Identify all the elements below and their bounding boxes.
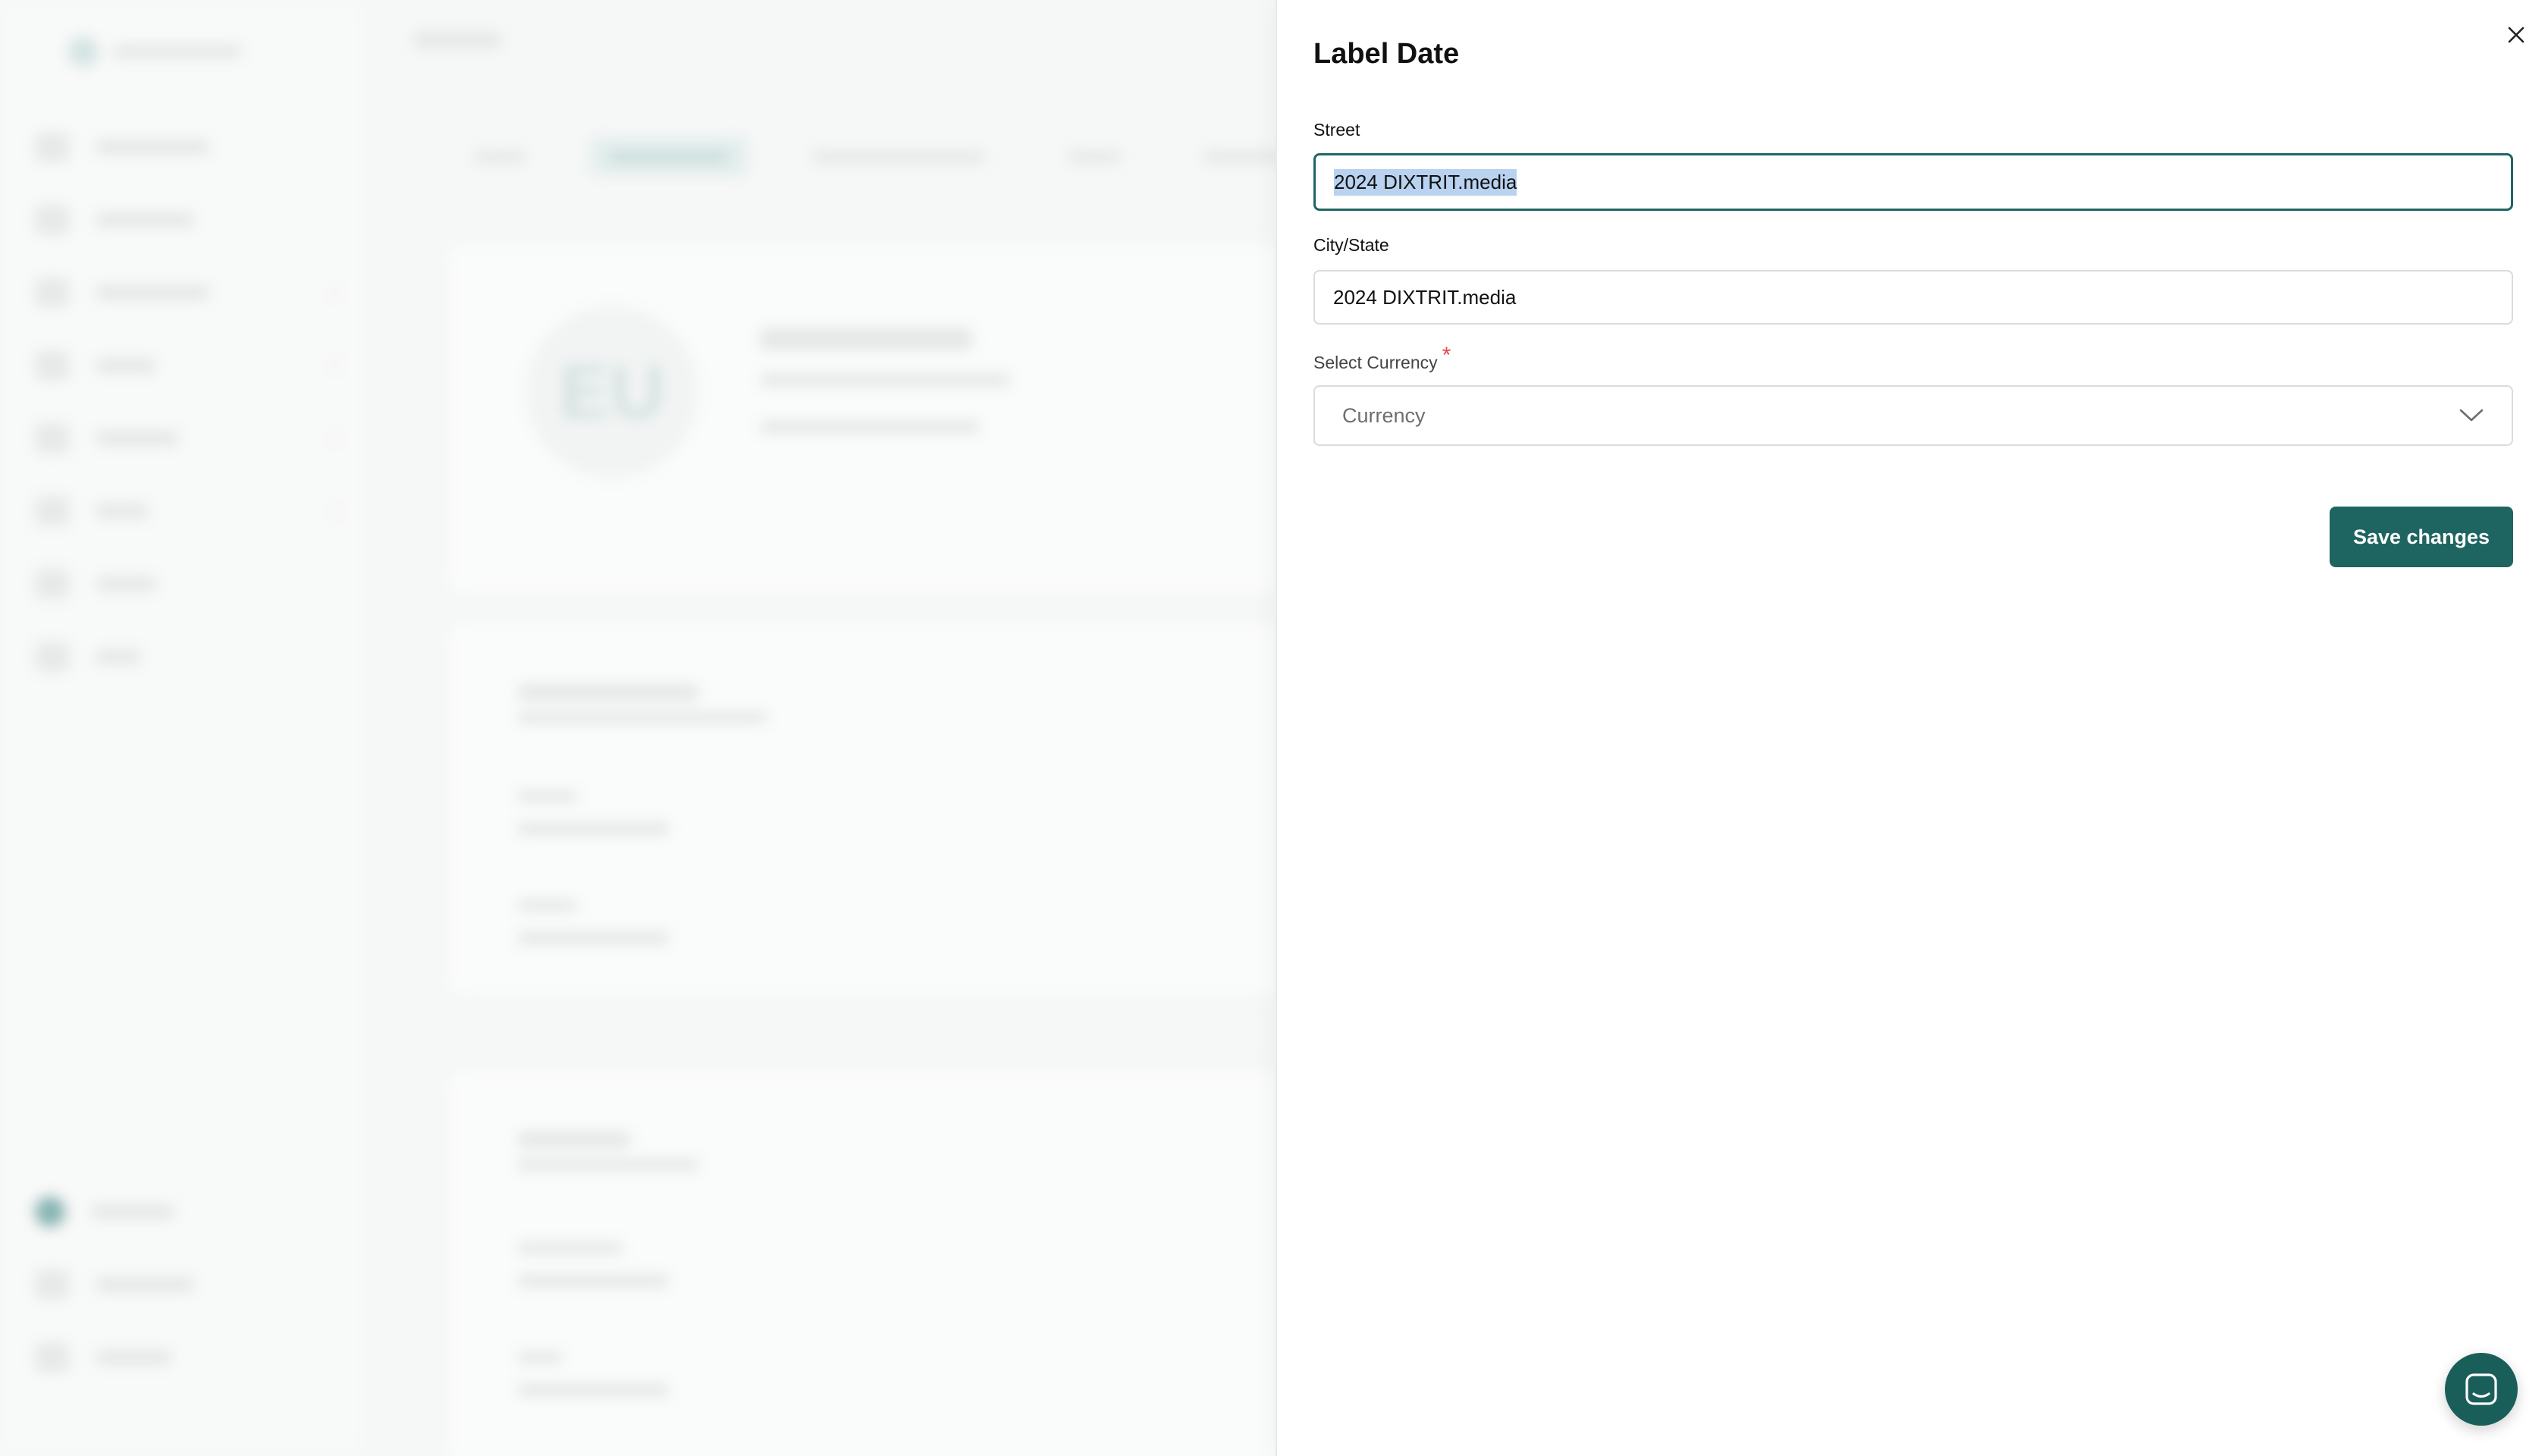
- currency-label: Select Currency: [1313, 353, 1438, 372]
- currency-select[interactable]: Currency: [1313, 385, 2513, 446]
- close-button[interactable]: [2502, 21, 2530, 49]
- sidebar-item-icon: [35, 496, 70, 526]
- details-subtitle: [517, 711, 767, 723]
- required-marker: *: [1442, 343, 1451, 368]
- workspace-switcher: [68, 35, 296, 68]
- profile-email: [760, 373, 1010, 387]
- page-title: [413, 32, 500, 49]
- workspace-name: [112, 45, 241, 58]
- sidebar-item: ›: [35, 417, 338, 460]
- tab: [1050, 136, 1139, 176]
- sidebar-item-icon: [35, 205, 70, 235]
- sidebar-item: ›: [35, 490, 338, 532]
- sidebar-item-icon: [35, 350, 70, 381]
- sidebar-item-icon: [35, 1269, 70, 1300]
- street-label: Street: [1313, 120, 1360, 140]
- sidebar-item-icon: [35, 423, 70, 453]
- bank-card: [447, 1069, 1285, 1456]
- sidebar-item-active: [35, 1191, 338, 1233]
- avatar: EU: [525, 305, 699, 479]
- chat-icon: [2465, 1373, 2497, 1405]
- chevron-icon: ›: [332, 500, 338, 521]
- sidebar-item-icon: [35, 642, 70, 672]
- save-changes-button[interactable]: Save changes: [2330, 507, 2513, 567]
- sidebar-item: ›: [35, 344, 338, 387]
- details-title: [517, 684, 699, 701]
- sidebar-item-icon: [35, 132, 70, 162]
- tabs-row: [455, 136, 1327, 176]
- profile-link: [760, 420, 980, 434]
- sidebar-item: [35, 1263, 338, 1306]
- chevron-icon: ›: [332, 428, 338, 448]
- tab: [793, 136, 1004, 176]
- currency-label-row: Select Currency *: [1313, 343, 1451, 375]
- sidebar-item-icon: [35, 1197, 65, 1227]
- sidebar-item: [35, 126, 338, 168]
- close-icon: [2508, 27, 2524, 43]
- chevron-icon: ›: [332, 355, 338, 375]
- profile-name: [760, 328, 972, 350]
- sidebar-item-icon: [35, 569, 70, 599]
- chat-launcher-button[interactable]: [2445, 1353, 2518, 1426]
- sidebar-item: [35, 635, 338, 678]
- street-input[interactable]: 2024 DIXTRIT.media: [1313, 153, 2513, 211]
- city-state-input[interactable]: 2024 DIXTRIT.media: [1313, 270, 2513, 325]
- sidebar-item: [35, 1336, 338, 1379]
- sidebar-item: [35, 563, 338, 605]
- sidebar-item: ›: [35, 271, 338, 314]
- app-root: › › › › EU Label Date Street 2024 DIXTRI…: [0, 0, 2548, 1456]
- street-value: 2024 DIXTRIT.media: [1334, 168, 1517, 196]
- profile-card: EU: [447, 243, 1285, 595]
- city-state-label: City/State: [1313, 235, 1389, 255]
- details-card: [447, 622, 1285, 996]
- chevron-down-icon: [2459, 409, 2484, 422]
- currency-placeholder: Currency: [1342, 403, 1426, 427]
- tab-selected: [590, 136, 748, 176]
- sidebar-item-icon: [35, 278, 70, 308]
- tab: [455, 136, 544, 176]
- sidebar-item: [35, 199, 338, 241]
- chevron-icon: ›: [332, 282, 338, 303]
- workspace-logo: [68, 36, 99, 67]
- city-state-value: 2024 DIXTRIT.media: [1333, 285, 1517, 309]
- sidebar-item-icon: [35, 1342, 70, 1373]
- label-date-drawer: Label Date Street 2024 DIXTRIT.media Cit…: [1276, 0, 2548, 1456]
- drawer-title: Label Date: [1313, 38, 1460, 70]
- sidebar: › › › ›: [0, 0, 366, 1456]
